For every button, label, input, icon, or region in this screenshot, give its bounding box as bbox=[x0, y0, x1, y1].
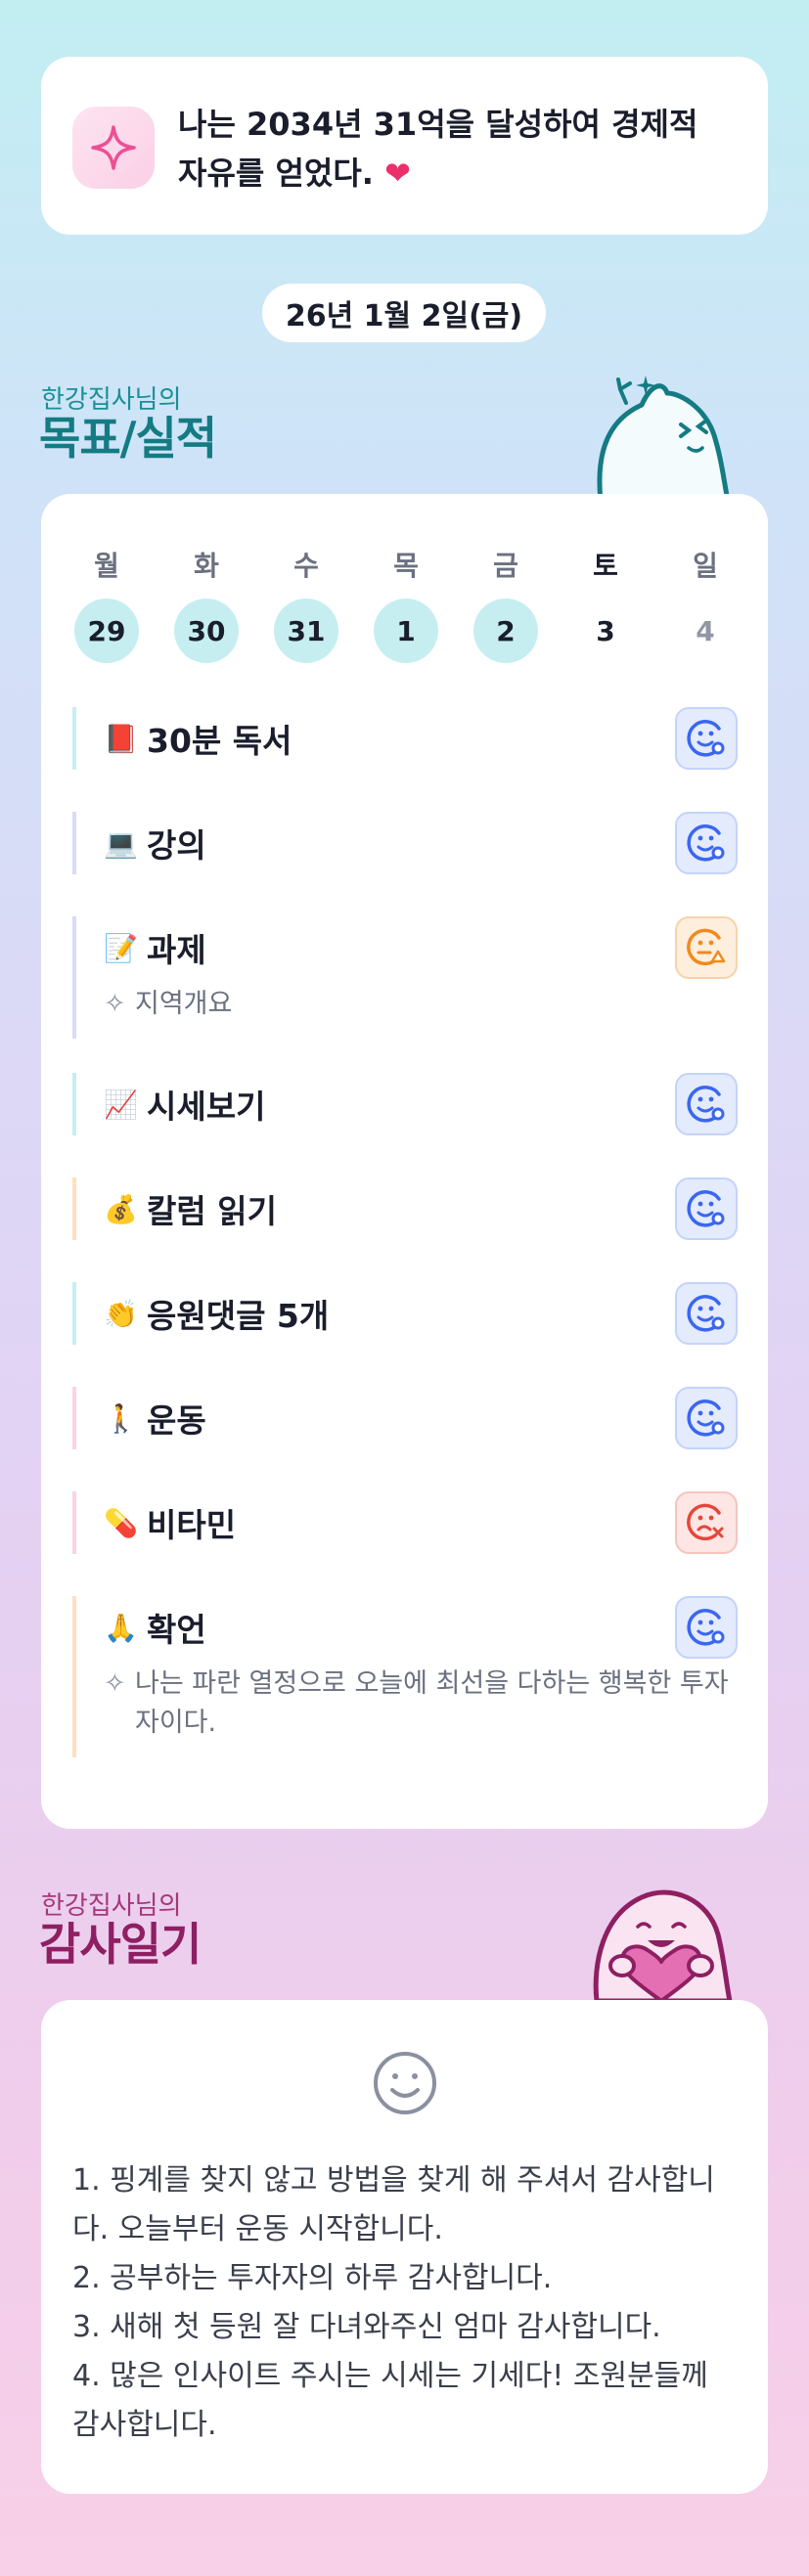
weekday-label: 토 bbox=[593, 550, 618, 582]
task-item[interactable]: 💊 비타민 bbox=[72, 1491, 738, 1554]
walking-person-icon: 🚶 bbox=[104, 1401, 138, 1435]
calendar-day[interactable]: 4 bbox=[673, 599, 738, 663]
task-item[interactable]: 📕 30분 독서 bbox=[72, 707, 738, 770]
task-item[interactable]: 🙏 확언 ✧ 나는 파란 열정으로 오늘에 최선을 다하는 행복한 투자자이다. bbox=[72, 1596, 738, 1757]
heart-icon: ❤ bbox=[384, 155, 411, 192]
folded-hands-icon: 🙏 bbox=[104, 1611, 138, 1644]
chart-up-icon: 📈 bbox=[104, 1088, 138, 1121]
pill-icon: 💊 bbox=[104, 1506, 138, 1539]
task-label: 응원댓글 5개 bbox=[147, 1297, 330, 1335]
status-sad-icon[interactable] bbox=[675, 1491, 738, 1554]
status-smile-icon[interactable] bbox=[675, 707, 738, 770]
weekday-label: 월 bbox=[94, 550, 119, 582]
calendar-day[interactable]: 3 bbox=[573, 599, 638, 663]
mascot-heart-icon bbox=[593, 1889, 733, 2001]
date-label[interactable]: 26년 1월 2일(금) bbox=[262, 284, 546, 342]
gratitude-card: 1. 핑계를 찾지 않고 방법을 찾게 해 주셔서 감사합니다. 오늘부터 운동… bbox=[41, 2000, 768, 2494]
weekday-label: 수 bbox=[293, 550, 319, 582]
sparkle-small-icon: ✧ bbox=[104, 989, 126, 1019]
weekday-label: 목 bbox=[393, 550, 419, 582]
status-smile-icon[interactable] bbox=[675, 812, 738, 874]
weekday-label: 금 bbox=[493, 550, 518, 582]
gratitude-line: 1. 핑계를 찾지 않고 방법을 찾게 해 주셔서 감사합니다. 오늘부터 운동… bbox=[72, 2163, 715, 2246]
mascot-waving-icon bbox=[597, 376, 731, 501]
gratitude-line: 3. 새해 첫 등원 잘 다녀와주신 엄마 감사합니다. bbox=[72, 2310, 661, 2344]
status-smile-icon[interactable] bbox=[675, 1387, 738, 1449]
clapping-hands-icon: 👏 bbox=[104, 1297, 138, 1330]
calendar-day[interactable]: 2 bbox=[473, 599, 538, 663]
gratitude-line: 2. 공부하는 투자자의 하루 감사합니다. bbox=[72, 2261, 553, 2295]
money-bag-icon: 💰 bbox=[104, 1192, 138, 1225]
task-label: 확언 bbox=[147, 1611, 206, 1649]
goal-text: 나는 2034년 31억을 달성하여 경제적 자유를 얻었다. ❤ bbox=[178, 100, 736, 198]
status-neutral-icon[interactable] bbox=[675, 916, 738, 979]
calendar-day[interactable]: 29 bbox=[74, 599, 139, 663]
status-smile-icon[interactable] bbox=[675, 1282, 738, 1345]
calendar-day[interactable]: 30 bbox=[174, 599, 239, 663]
weekday-label: 화 bbox=[194, 550, 219, 582]
task-note: 지역개요 bbox=[135, 989, 233, 1019]
goal-card: 나는 2034년 31억을 달성하여 경제적 자유를 얻었다. ❤ bbox=[41, 57, 768, 235]
sparkle-small-icon: ✧ bbox=[104, 1668, 126, 1699]
task-item[interactable]: 👏 응원댓글 5개 bbox=[72, 1282, 738, 1345]
gratitude-line: 4. 많은 인사이트 주시는 시세는 기세다! 조원분들께 감사합니다. bbox=[72, 2359, 708, 2442]
status-smile-icon[interactable] bbox=[675, 1073, 738, 1135]
gratitude-section-title: 감사일기 bbox=[39, 1918, 202, 1971]
goals-card: 월 화 수 목 금 토 일 29 30 31 1 2 3 4 📕 30분 독서 💻… bbox=[41, 494, 768, 1829]
task-label: 비타민 bbox=[147, 1506, 237, 1544]
memo-icon: 📝 bbox=[104, 931, 138, 964]
task-item[interactable]: 💻 강의 bbox=[72, 812, 738, 874]
goal-statement: 나는 2034년 31억을 달성하여 경제적 자유를 얻었다. bbox=[178, 106, 698, 192]
status-smile-icon[interactable] bbox=[675, 1177, 738, 1240]
book-icon: 📕 bbox=[104, 722, 138, 755]
weekday-label: 일 bbox=[693, 550, 718, 582]
status-smile-icon[interactable] bbox=[675, 1596, 738, 1659]
task-item[interactable]: 📈 시세보기 bbox=[72, 1073, 738, 1135]
goals-section-title: 목표/실적 bbox=[39, 412, 217, 465]
task-label: 30분 독서 bbox=[147, 722, 292, 760]
task-label: 시세보기 bbox=[147, 1088, 266, 1126]
task-label: 칼럼 읽기 bbox=[147, 1192, 277, 1230]
laptop-icon: 💻 bbox=[104, 826, 138, 860]
calendar-day[interactable]: 1 bbox=[374, 599, 438, 663]
sparkle-icon bbox=[72, 107, 155, 189]
gratitude-text: 1. 핑계를 찾지 않고 방법을 찾게 해 주셔서 감사합니다. 오늘부터 운동… bbox=[72, 2156, 738, 2450]
calendar-day[interactable]: 31 bbox=[274, 599, 338, 663]
task-note: 나는 파란 열정으로 오늘에 최선을 다하는 행복한 투자자이다. bbox=[135, 1668, 729, 1738]
task-item[interactable]: 📝 과제 ✧ 지역개요 bbox=[72, 916, 738, 1039]
task-label: 운동 bbox=[147, 1401, 206, 1440]
smiley-face-icon bbox=[374, 2052, 436, 2114]
task-item[interactable]: 🚶 운동 bbox=[72, 1387, 738, 1449]
task-item[interactable]: 💰 칼럼 읽기 bbox=[72, 1177, 738, 1240]
task-label: 과제 bbox=[147, 931, 206, 969]
task-label: 강의 bbox=[147, 826, 206, 865]
